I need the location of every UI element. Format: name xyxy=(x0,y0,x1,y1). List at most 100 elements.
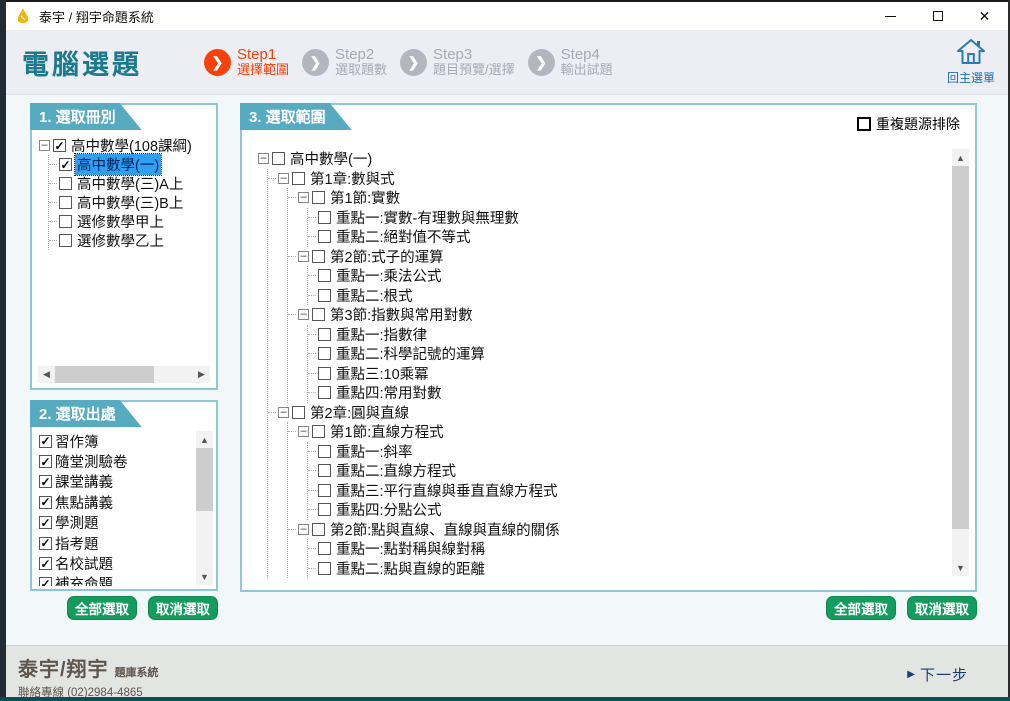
scroll-up-arrow-icon[interactable]: ▲ xyxy=(952,149,969,166)
tree-node[interactable]: –第2節:式子的運算 xyxy=(298,247,945,267)
tree-node-label[interactable]: 第2節:點與直線、直線與直線的關係 xyxy=(328,519,562,540)
checkbox[interactable] xyxy=(318,367,331,380)
checkbox[interactable] xyxy=(312,191,325,204)
tree-node-label[interactable]: 重點一:指數律 xyxy=(334,324,429,345)
tree-node[interactable]: 重點二:科學記號的運算 xyxy=(318,344,945,364)
tree-node-label[interactable]: 重點一:斜率 xyxy=(334,441,415,462)
collapse-icon[interactable]: – xyxy=(298,426,309,437)
checkbox[interactable] xyxy=(59,215,72,228)
source-item[interactable]: ✓指考題 xyxy=(39,533,192,553)
source-item[interactable]: ✓補充命題 xyxy=(39,574,192,586)
checkbox[interactable] xyxy=(318,211,331,224)
next-step-button[interactable]: ▶ 下一步 xyxy=(907,664,968,685)
tree-node[interactable]: –✓高中數學(108課綱) xyxy=(39,136,211,155)
tree-node[interactable]: 重點一:指數律 xyxy=(318,325,945,345)
tree-node[interactable]: – 第2章:圓與直線 xyxy=(278,403,945,423)
scroll-right-arrow-icon[interactable]: ▶ xyxy=(193,366,210,383)
home-button[interactable]: 回主選單 xyxy=(947,38,995,86)
tree-node[interactable]: 重點二:點與直線的距離 xyxy=(318,559,945,579)
tree-node-label[interactable]: 重點三:平行直線與垂直直線方程式 xyxy=(334,480,560,501)
tree-node[interactable]: 選修數學甲上 xyxy=(59,212,211,231)
scrollbar-track[interactable] xyxy=(196,448,213,568)
checkbox[interactable] xyxy=(318,386,331,399)
source-item[interactable]: ✓名校試題 xyxy=(39,553,192,573)
tree-node-label[interactable]: 選修數學甲上 xyxy=(75,211,166,232)
tree-node-label[interactable]: 重點一:乘法公式 xyxy=(334,265,444,286)
minimize-button[interactable] xyxy=(867,2,914,30)
tree-node[interactable]: 重點三:10乘冪 xyxy=(318,364,945,384)
dedupe-checkbox[interactable] xyxy=(857,117,871,131)
tree-node-label[interactable]: 第1節:實數 xyxy=(328,187,402,208)
scroll-down-arrow-icon[interactable]: ▼ xyxy=(196,568,213,585)
tree-node[interactable]: 重點二:根式 xyxy=(318,286,945,306)
checkbox[interactable] xyxy=(312,308,325,321)
source-item[interactable]: ✓焦點講義 xyxy=(39,492,192,512)
tree-node-label[interactable]: 重點二:科學記號的運算 xyxy=(334,343,487,364)
tree-node[interactable]: 重點一:點對稱與線對稱 xyxy=(318,539,945,559)
checkbox[interactable] xyxy=(318,503,331,516)
tree-node[interactable]: –第1節:實數 xyxy=(298,188,945,208)
tree-node[interactable]: – 第2節:點與直線、直線與直線的關係 xyxy=(298,520,945,540)
tree-node-label[interactable]: 第1節:直線方程式 xyxy=(328,421,446,442)
checkbox[interactable] xyxy=(318,464,331,477)
scroll-left-arrow-icon[interactable]: ◀ xyxy=(38,366,55,383)
source-item[interactable]: ✓習作簿 xyxy=(39,431,192,451)
tree-node-label[interactable]: 重點四:常用對數 xyxy=(334,382,444,403)
step-3[interactable]: ❯Step3題目預覽/選擇 xyxy=(400,46,515,78)
checkbox[interactable] xyxy=(318,230,331,243)
volume-tree-horizontal-scrollbar[interactable]: ◀ ▶ xyxy=(38,366,210,383)
checkbox[interactable]: ✓ xyxy=(39,435,52,448)
checkbox[interactable] xyxy=(318,347,331,360)
checkbox[interactable] xyxy=(59,234,72,247)
checkbox[interactable] xyxy=(272,152,285,165)
tree-node[interactable]: – 高中數學(一) xyxy=(258,149,945,169)
tree-node[interactable]: 重點四:分點公式 xyxy=(318,500,945,520)
collapse-icon[interactable]: – xyxy=(278,407,289,418)
range-tree-scrollbar[interactable]: ▲ ▼ xyxy=(952,149,969,576)
tree-node[interactable]: 重點一:乘法公式 xyxy=(318,266,945,286)
source-item[interactable]: ✓隨堂測驗卷 xyxy=(39,451,192,471)
select-all-button-right[interactable]: 全部選取 xyxy=(826,596,896,620)
checkbox[interactable] xyxy=(59,177,72,190)
checkbox[interactable]: ✓ xyxy=(39,496,52,509)
tree-node[interactable]: 重點四:常用對數 xyxy=(318,383,945,403)
tree-node[interactable]: 重點一:實數-有理數與無理數 xyxy=(318,208,945,228)
tree-node-label[interactable]: 高中數學(一) xyxy=(288,149,374,169)
step-1[interactable]: ❯Step1選擇範圍 xyxy=(204,46,289,78)
tree-node[interactable]: –第3節:指數與常用對數 xyxy=(298,305,945,325)
collapse-icon[interactable]: – xyxy=(298,524,309,535)
tree-node-label[interactable]: 重點四:分點公式 xyxy=(334,499,444,520)
tree-node[interactable]: 重點二:直線方程式 xyxy=(318,461,945,481)
tree-node-label[interactable]: 高中數學(三)B上 xyxy=(75,192,185,213)
checkbox[interactable] xyxy=(312,523,325,536)
tree-node-label[interactable]: 重點一:實數-有理數與無理數 xyxy=(334,207,521,228)
checkbox[interactable]: ✓ xyxy=(39,577,52,586)
checkbox[interactable] xyxy=(318,328,331,341)
checkbox[interactable] xyxy=(59,196,72,209)
checkbox[interactable]: ✓ xyxy=(39,557,52,570)
checkbox[interactable]: ✓ xyxy=(39,455,52,468)
step-2[interactable]: ❯Step2選取題數 xyxy=(302,46,387,78)
checkbox[interactable] xyxy=(318,445,331,458)
tree-node-label[interactable]: 第2章:圓與直線 xyxy=(308,402,411,423)
tree-node[interactable]: 重點一:斜率 xyxy=(318,442,945,462)
checkbox[interactable] xyxy=(312,250,325,263)
tree-node-label[interactable]: 選修數學乙上 xyxy=(75,230,166,251)
tree-node-label[interactable]: 重點一:點對稱與線對稱 xyxy=(334,538,487,559)
maximize-button[interactable] xyxy=(914,2,961,30)
dedupe-option[interactable]: 重複題源排除 xyxy=(857,114,960,134)
tree-node-label[interactable]: 高中數學(108課綱) xyxy=(69,136,194,156)
tree-node[interactable]: – 第1節:直線方程式 xyxy=(298,422,945,442)
collapse-icon[interactable]: – xyxy=(278,173,289,184)
tree-node[interactable]: 重點二:絕對值不等式 xyxy=(318,227,945,247)
checkbox[interactable] xyxy=(292,172,305,185)
collapse-icon[interactable]: – xyxy=(258,153,269,164)
select-all-button-left[interactable]: 全部選取 xyxy=(67,596,137,620)
tree-node[interactable]: 重點三:平行直線與垂直直線方程式 xyxy=(318,481,945,501)
scroll-up-arrow-icon[interactable]: ▲ xyxy=(196,431,213,448)
checkbox[interactable] xyxy=(292,406,305,419)
scrollbar-track[interactable] xyxy=(952,166,969,559)
scrollbar-thumb[interactable] xyxy=(952,166,969,529)
tree-node[interactable]: 選修數學乙上 xyxy=(59,231,211,250)
scroll-down-arrow-icon[interactable]: ▼ xyxy=(952,559,969,576)
